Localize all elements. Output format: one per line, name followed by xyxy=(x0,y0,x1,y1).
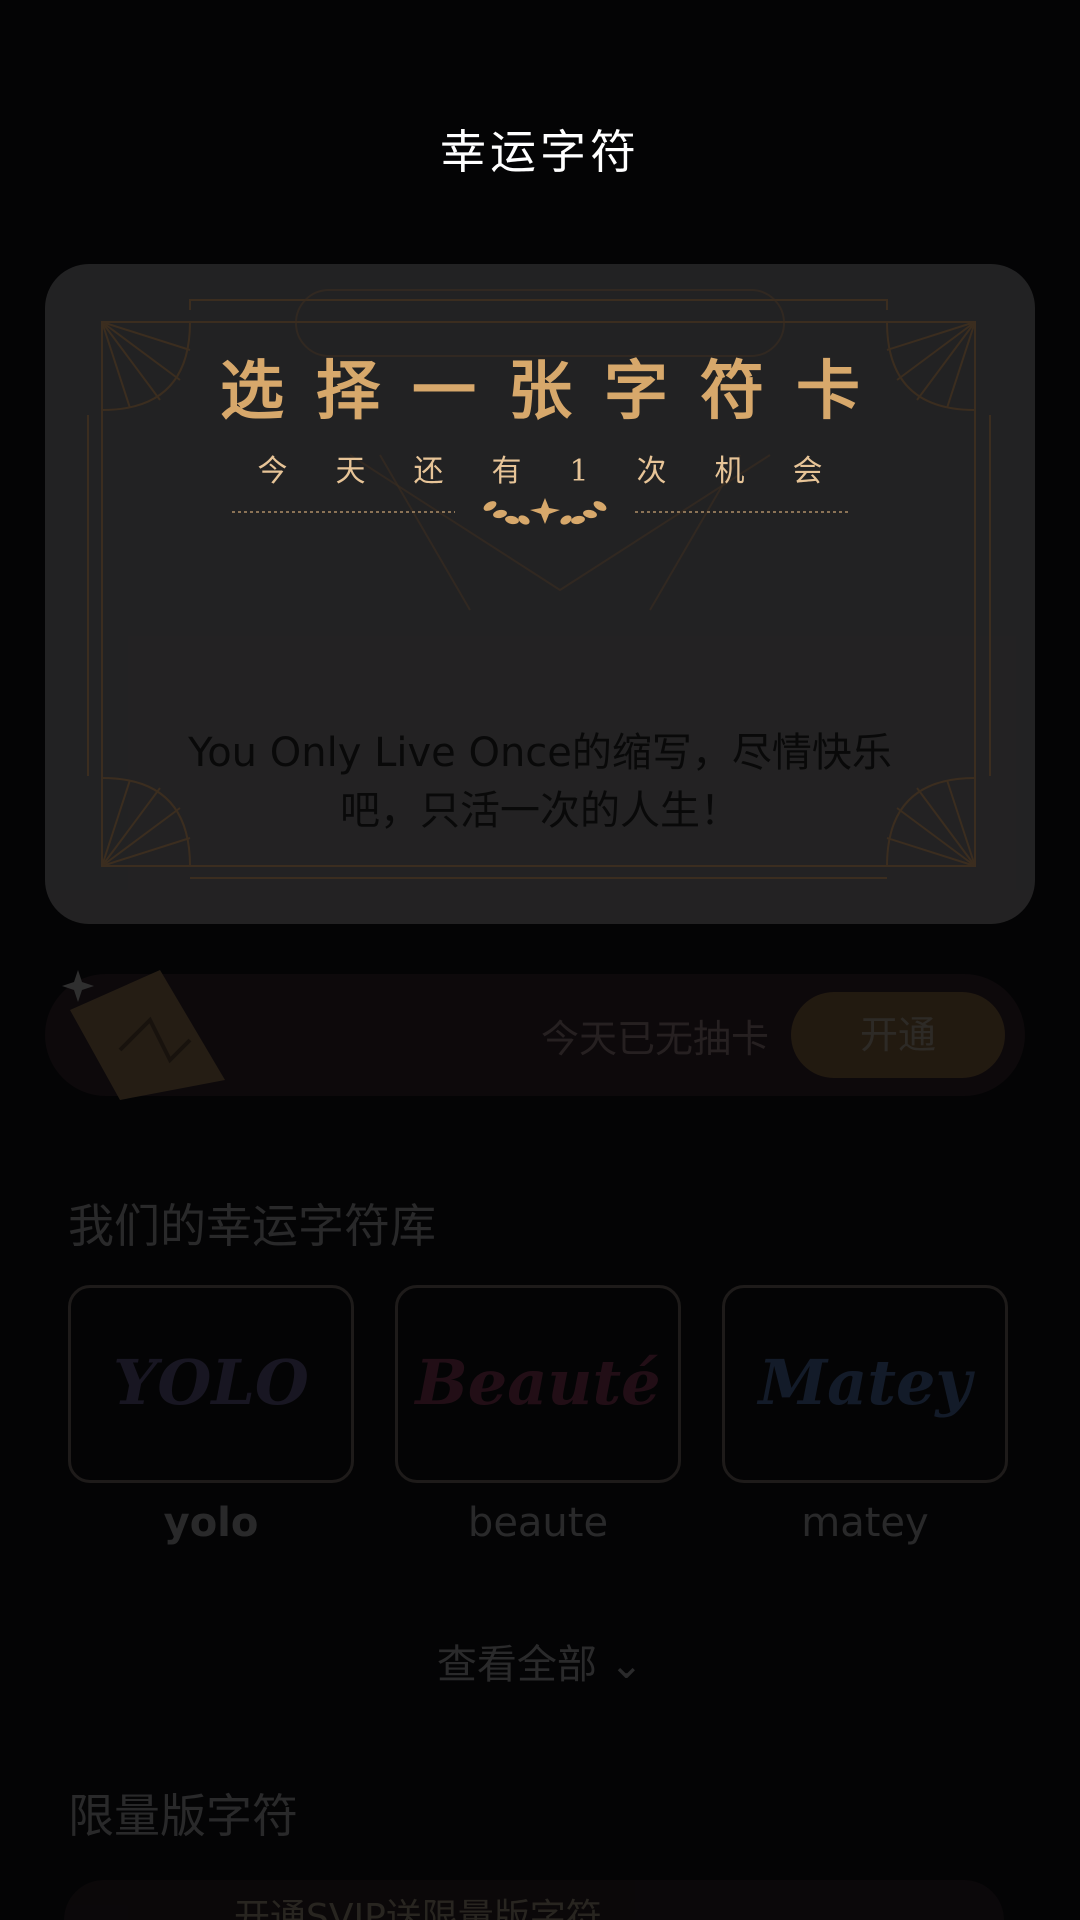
library-tile-yolo[interactable]: YOLO xyxy=(68,1285,354,1483)
library-tile-beaute[interactable]: Beauté xyxy=(395,1285,681,1483)
card-stack-icon xyxy=(62,970,225,1100)
card-heading: 选择一张字符卡 今天还有1次机会 xyxy=(0,340,1080,490)
svip-banner[interactable]: 开通SVIP送限量版字符 xyxy=(64,1880,1004,1920)
card-heading-subtitle: 今天还有1次机会 xyxy=(257,454,871,489)
library-title: 我们的幸运字符库 xyxy=(68,1199,436,1253)
lucky-character-page: 幸运字符 You Only Live Once的缩写，尽情快乐吧，只活一次的人生… xyxy=(0,0,1080,1920)
library-name-yolo: yolo xyxy=(163,1500,259,1546)
library-tile-matey[interactable]: Matey xyxy=(722,1285,1008,1483)
see-all-link[interactable]: 查看全部 ⌄ xyxy=(0,1632,1080,1690)
yolo-logo: YOLO xyxy=(113,1346,309,1419)
open-button[interactable]: 开通 xyxy=(791,992,1005,1078)
limited-title: 限量版字符 xyxy=(68,1789,298,1843)
card-description: You Only Live Once的缩写，尽情快乐吧，只活一次的人生！ xyxy=(188,730,892,834)
page-title: 幸运字符 xyxy=(440,125,640,179)
library-name-beaute: beaute xyxy=(467,1500,609,1546)
svip-banner-text: 开通SVIP送限量版字符 xyxy=(234,1897,602,1920)
draw-status-text: 今天已无抽卡 xyxy=(540,1017,769,1061)
see-all-label: 查看全部 xyxy=(436,1642,597,1688)
matey-logo: Matey xyxy=(758,1346,972,1419)
beaute-logo: Beauté xyxy=(415,1346,661,1419)
library-name-matey: matey xyxy=(801,1500,929,1546)
card-heading-title: 选择一张字符卡 xyxy=(220,354,892,429)
dimmed-content: You Only Live Once的缩写，尽情快乐吧，只活一次的人生！ 今天已… xyxy=(0,0,1080,1920)
chevron-down-icon: ⌄ xyxy=(609,1642,644,1688)
